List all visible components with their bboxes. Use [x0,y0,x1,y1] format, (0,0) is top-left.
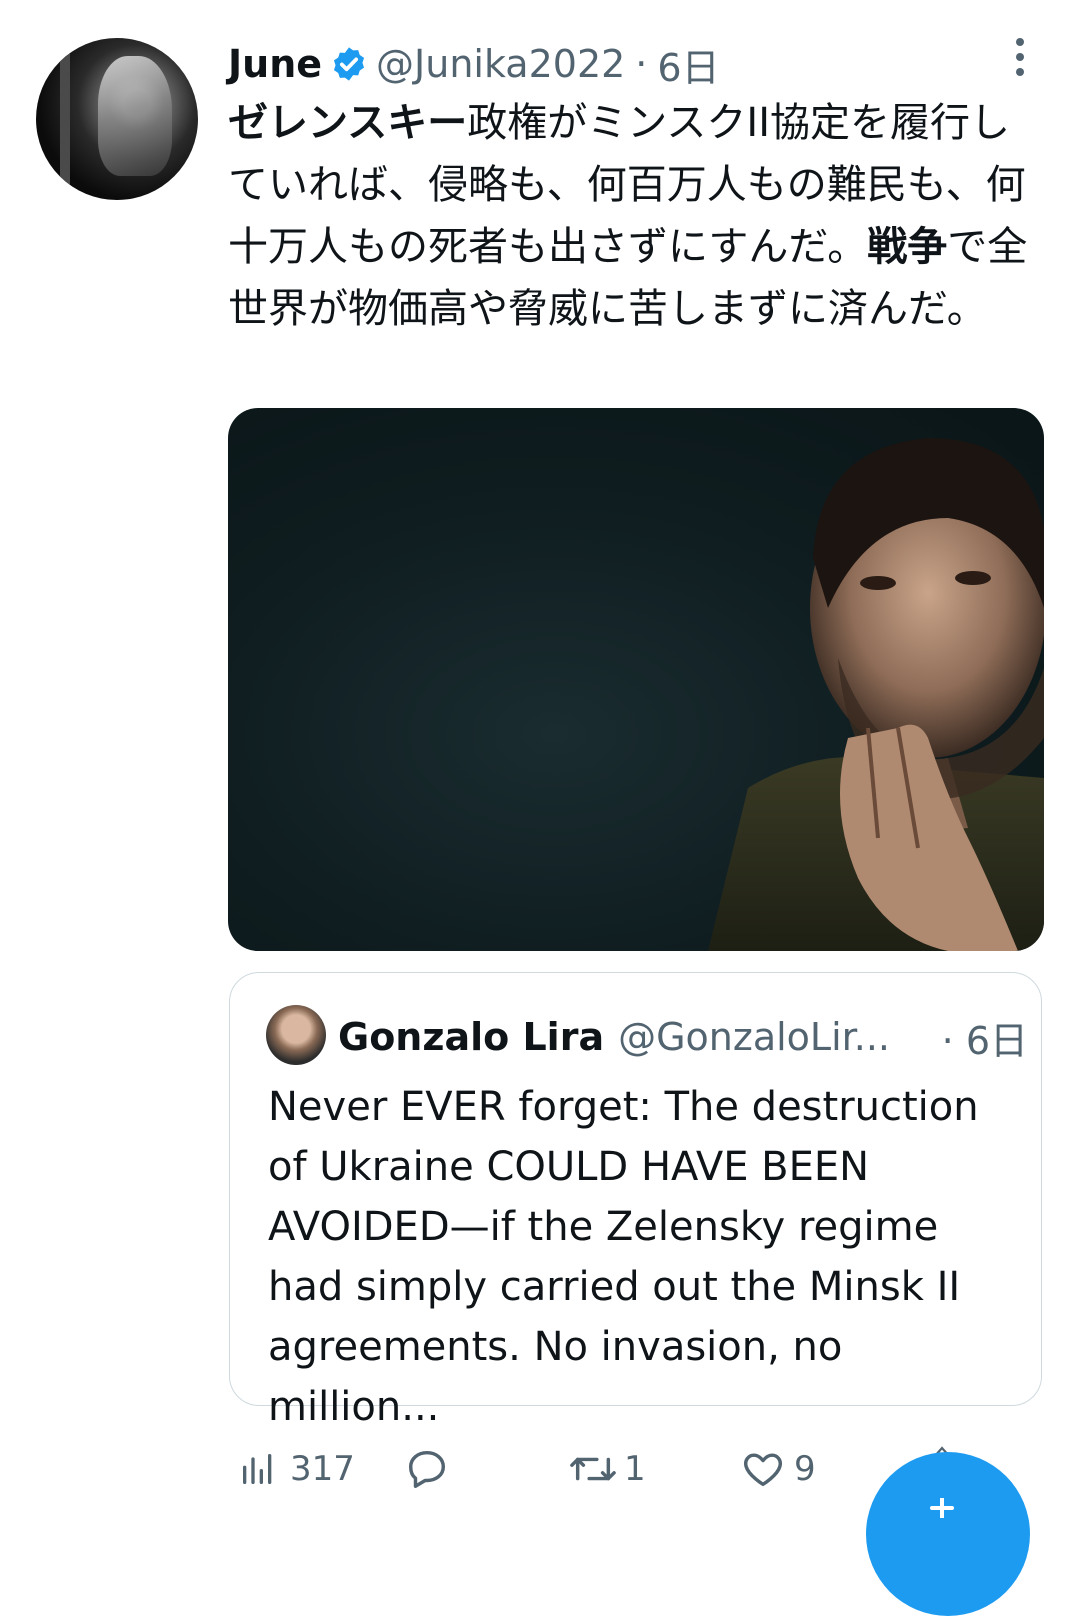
tweet-header: June @Junika2022 · 6日 [228,36,720,92]
avatar-detail [60,38,70,200]
quoted-author-avatar [266,1005,326,1065]
quoted-tweet-text: Never EVER forget: The destruction of Uk… [268,1084,979,1430]
quoted-tweet-time: · 6日 [941,1018,1028,1063]
verified-badge-icon [330,45,368,83]
portrait-illustration [708,438,1044,951]
views-count: 317 [290,1449,355,1489]
tweet-text-bold: 戦争 [867,224,948,270]
like-icon [740,1446,786,1492]
like-count: 9 [794,1449,816,1489]
views-icon [238,1449,278,1489]
views-button[interactable]: 317 [238,1438,355,1500]
tweet-text: ゼレンスキー政権がミンスクII協定を履行していれば、侵略も、何百万人もの難民も、… [228,92,1028,340]
quoted-author-name: Gonzalo Lira [338,1015,605,1059]
tweet-time[interactable]: 6日 [657,37,719,92]
like-button[interactable]: 9 [740,1438,816,1500]
author-handle[interactable]: @Junika2022 [376,42,625,86]
author-avatar[interactable] [36,38,198,200]
quoted-tweet-header: Gonzalo Lira @GonzaloLir... · 6日 [338,1009,1028,1065]
separator-dot: · [635,42,648,86]
compose-icon [922,1496,962,1520]
retweet-count: 1 [624,1449,646,1489]
tweet-action-bar: 317 1 9 [228,1438,848,1500]
tweet-text-bold: ゼレンスキー [228,100,468,146]
retweet-icon [568,1446,618,1492]
compose-fab[interactable] [866,1452,1030,1616]
quoted-tweet[interactable]: Gonzalo Lira @GonzaloLir... · 6日 Never E… [229,972,1042,1430]
avatar-detail [98,56,172,176]
tweet-media-image[interactable] [228,408,1044,951]
more-options-icon[interactable] [1010,38,1030,80]
quoted-author-handle: @GonzaloLir... [618,1015,891,1059]
retweet-button[interactable]: 1 [568,1438,646,1500]
author-name[interactable]: June [228,42,322,86]
reply-icon [404,1446,450,1492]
reply-button[interactable] [404,1438,450,1500]
